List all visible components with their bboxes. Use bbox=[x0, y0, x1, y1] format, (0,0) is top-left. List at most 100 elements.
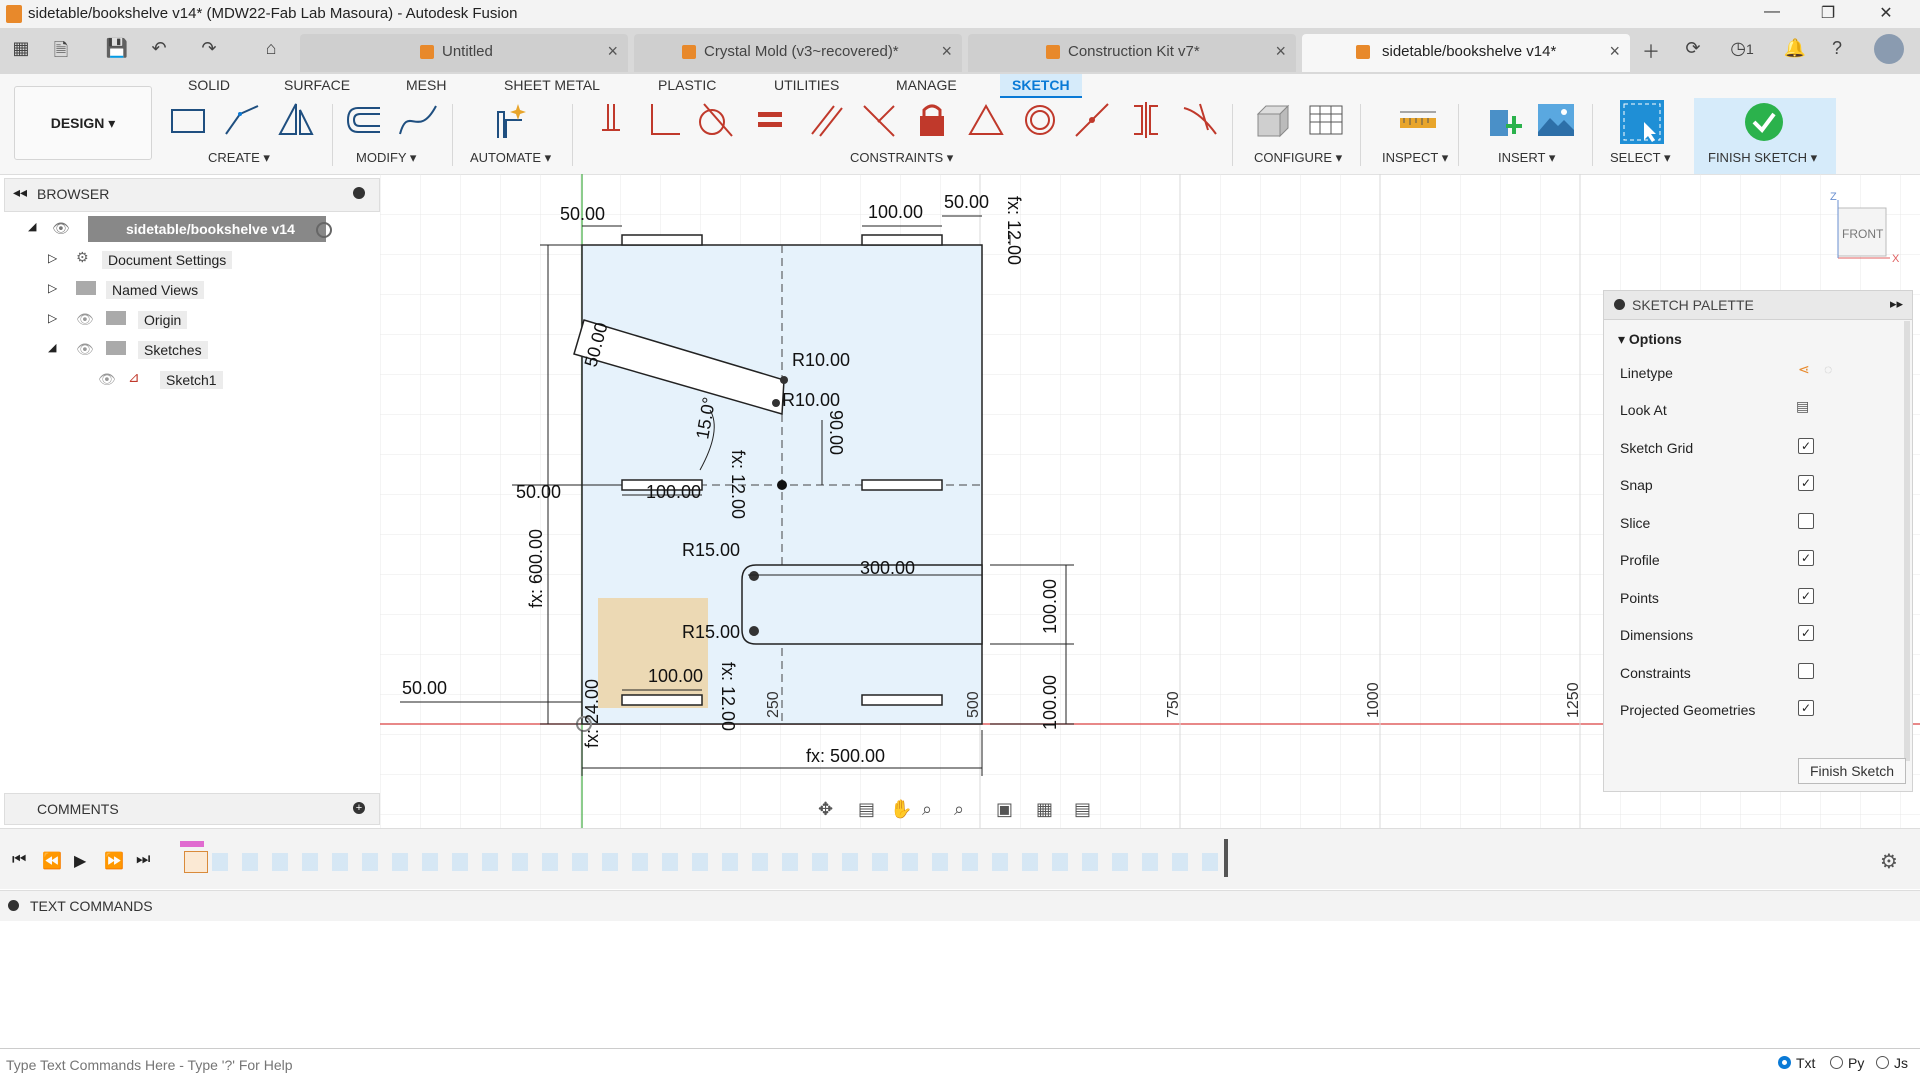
insert-image-icon[interactable] bbox=[1536, 100, 1576, 140]
timeline-sketch-feature[interactable] bbox=[184, 851, 208, 873]
coincident-icon[interactable] bbox=[594, 100, 634, 140]
zoom-window-icon[interactable]: ⌕ bbox=[954, 799, 964, 820]
close-tab-icon[interactable]: × bbox=[941, 41, 952, 62]
tree-item-sketches[interactable]: ◢ 👁 Sketches bbox=[20, 337, 350, 363]
extensions-icon[interactable]: ⟳ bbox=[1680, 38, 1706, 64]
dim-text[interactable]: 100.00 bbox=[1040, 579, 1060, 634]
close-tab-icon[interactable]: × bbox=[1275, 41, 1286, 62]
collinear-icon[interactable] bbox=[1072, 100, 1112, 140]
comments-panel[interactable]: COMMENTS + bbox=[4, 793, 380, 825]
tangent-icon[interactable] bbox=[694, 100, 734, 140]
job-status-icon[interactable]: ◷1 bbox=[1722, 38, 1762, 64]
automate-menu[interactable]: AUTOMATE ▾ bbox=[470, 150, 551, 166]
collapse-browser-icon[interactable]: ◂◂ bbox=[13, 184, 27, 201]
browser-options-icon[interactable] bbox=[353, 187, 365, 199]
tree-item-origin[interactable]: ▷ 👁 Origin bbox=[20, 307, 350, 333]
finish-sketch-check-icon[interactable] bbox=[1744, 102, 1784, 142]
dim-text[interactable]: 50.00 bbox=[944, 192, 989, 212]
workspace-switcher[interactable]: DESIGN ▾ bbox=[14, 86, 152, 160]
visibility-eye-icon[interactable]: 👁 bbox=[98, 371, 116, 388]
timeline-playhead[interactable] bbox=[1224, 839, 1228, 877]
centerline-linetype-icon[interactable]: ◌ bbox=[1824, 361, 1832, 377]
mirror-icon[interactable] bbox=[276, 100, 316, 140]
slot[interactable] bbox=[861, 479, 943, 491]
timeline-settings-gear-icon[interactable]: ⚙ bbox=[1880, 849, 1898, 874]
offset-icon[interactable] bbox=[344, 100, 384, 140]
activate-radio-icon[interactable] bbox=[316, 222, 332, 238]
dim-text[interactable]: 300.00 bbox=[860, 558, 915, 578]
avatar[interactable] bbox=[1874, 34, 1904, 64]
visibility-eye-icon[interactable]: 👁 bbox=[76, 311, 94, 328]
dim-text[interactable]: fx: 12.00 bbox=[1004, 196, 1024, 265]
tree-item-named-views[interactable]: ▷ Named Views bbox=[20, 277, 350, 303]
projected-geometries-checkbox[interactable]: ✓ bbox=[1798, 700, 1814, 716]
go-to-start-icon[interactable]: ⏮ bbox=[12, 851, 26, 869]
create-menu[interactable]: CREATE ▾ bbox=[208, 150, 270, 166]
constraints-checkbox[interactable] bbox=[1798, 663, 1814, 679]
add-comment-icon[interactable]: + bbox=[353, 802, 365, 814]
tab-sketch[interactable]: SKETCH bbox=[1000, 74, 1082, 98]
new-tab-icon[interactable]: ＋ bbox=[1638, 38, 1664, 64]
visibility-eye-icon[interactable]: 👁 bbox=[76, 341, 94, 358]
measure-icon[interactable] bbox=[1398, 100, 1438, 140]
finish-sketch-button[interactable]: Finish Sketch bbox=[1798, 758, 1906, 784]
undo-icon[interactable]: ↶ bbox=[146, 38, 172, 64]
close-tab-icon[interactable]: × bbox=[607, 41, 618, 62]
automate-icon[interactable] bbox=[492, 100, 532, 140]
configure-menu[interactable]: CONFIGURE ▾ bbox=[1254, 150, 1342, 166]
view-cube-face[interactable]: FRONT bbox=[1842, 227, 1884, 241]
tab-sheet-metal[interactable]: SHEET METAL bbox=[504, 74, 600, 96]
viewports-icon[interactable]: ▤ bbox=[1074, 799, 1091, 820]
slot[interactable] bbox=[861, 694, 943, 706]
close-button[interactable]: ✕ bbox=[1866, 3, 1906, 25]
dim-text[interactable]: R10.00 bbox=[782, 390, 840, 410]
step-forward-icon[interactable]: ⏩ bbox=[104, 851, 124, 871]
grid-settings-icon[interactable]: ▦ bbox=[1036, 799, 1053, 820]
text-command-input[interactable] bbox=[4, 1053, 1748, 1077]
spline-icon[interactable] bbox=[398, 100, 438, 140]
perpendicular-cross-icon[interactable] bbox=[858, 100, 898, 140]
dim-text[interactable]: 50.00 bbox=[402, 678, 447, 698]
maximize-button[interactable]: ❐ bbox=[1808, 3, 1848, 25]
insert-menu[interactable]: INSERT ▾ bbox=[1498, 150, 1555, 166]
select-menu[interactable]: SELECT ▾ bbox=[1610, 150, 1670, 166]
select-icon[interactable] bbox=[1618, 98, 1666, 146]
tab-plastic[interactable]: PLASTIC bbox=[658, 74, 716, 96]
go-to-end-icon[interactable]: ⏭ bbox=[136, 851, 150, 869]
sketch-grid-checkbox[interactable]: ✓ bbox=[1798, 438, 1814, 454]
play-icon[interactable]: ▶ bbox=[74, 851, 86, 871]
expand-icon[interactable]: ▷ bbox=[48, 251, 57, 265]
fix-lock-icon[interactable] bbox=[912, 100, 952, 140]
dim-text[interactable]: 100.00 bbox=[646, 482, 701, 502]
text-commands-output[interactable] bbox=[0, 921, 1920, 1047]
notifications-icon[interactable]: 🔔 bbox=[1782, 38, 1808, 64]
collapse-text-commands-icon[interactable] bbox=[8, 900, 19, 911]
sketch-palette[interactable]: SKETCH PALETTE ▸▸ ▾ Options Linetype ⋖ ◌… bbox=[1603, 290, 1913, 792]
file-menu-icon[interactable]: 🗎 bbox=[48, 38, 74, 64]
tab-untitled[interactable]: Untitled × bbox=[300, 34, 628, 72]
construction-linetype-icon[interactable]: ⋖ bbox=[1798, 361, 1810, 378]
dim-text[interactable]: fx: 600.00 bbox=[526, 529, 546, 608]
tree-root[interactable]: ◢ 👁 sidetable/bookshelve v14 bbox=[20, 216, 350, 242]
dim-text[interactable]: R15.00 bbox=[682, 540, 740, 560]
visibility-eye-icon[interactable]: 👁 bbox=[52, 220, 70, 237]
tab-crystal-mold[interactable]: Crystal Mold (v3~recovered)* × bbox=[634, 34, 962, 72]
tree-item-sketch1[interactable]: 👁 ⊿ Sketch1 bbox=[20, 367, 350, 393]
minimize-button[interactable]: — bbox=[1752, 3, 1792, 25]
tree-item-document-settings[interactable]: ▷ ⚙ Document Settings bbox=[20, 247, 350, 273]
curvature-icon[interactable] bbox=[1180, 100, 1220, 140]
collapse-palette-icon[interactable] bbox=[1614, 299, 1625, 310]
zoom-icon[interactable]: ⌕ bbox=[922, 799, 932, 820]
display-settings-icon[interactable]: ▣ bbox=[996, 799, 1013, 820]
perpendicular-icon[interactable] bbox=[644, 100, 684, 140]
apps-grid-icon[interactable]: ▦ bbox=[8, 38, 34, 64]
step-back-icon[interactable]: ⏪ bbox=[42, 851, 62, 871]
py-mode-radio[interactable] bbox=[1830, 1056, 1843, 1069]
insert-derive-icon[interactable] bbox=[1486, 100, 1526, 140]
dim-text[interactable]: R15.00 bbox=[682, 622, 740, 642]
slot[interactable] bbox=[621, 694, 703, 706]
dim-text[interactable]: fx: 12.00 bbox=[718, 662, 738, 731]
tab-manage[interactable]: MANAGE bbox=[896, 74, 957, 96]
dim-text[interactable]: 100.00 bbox=[868, 202, 923, 222]
browser-panel[interactable]: ◂◂ BROWSER bbox=[4, 178, 380, 212]
